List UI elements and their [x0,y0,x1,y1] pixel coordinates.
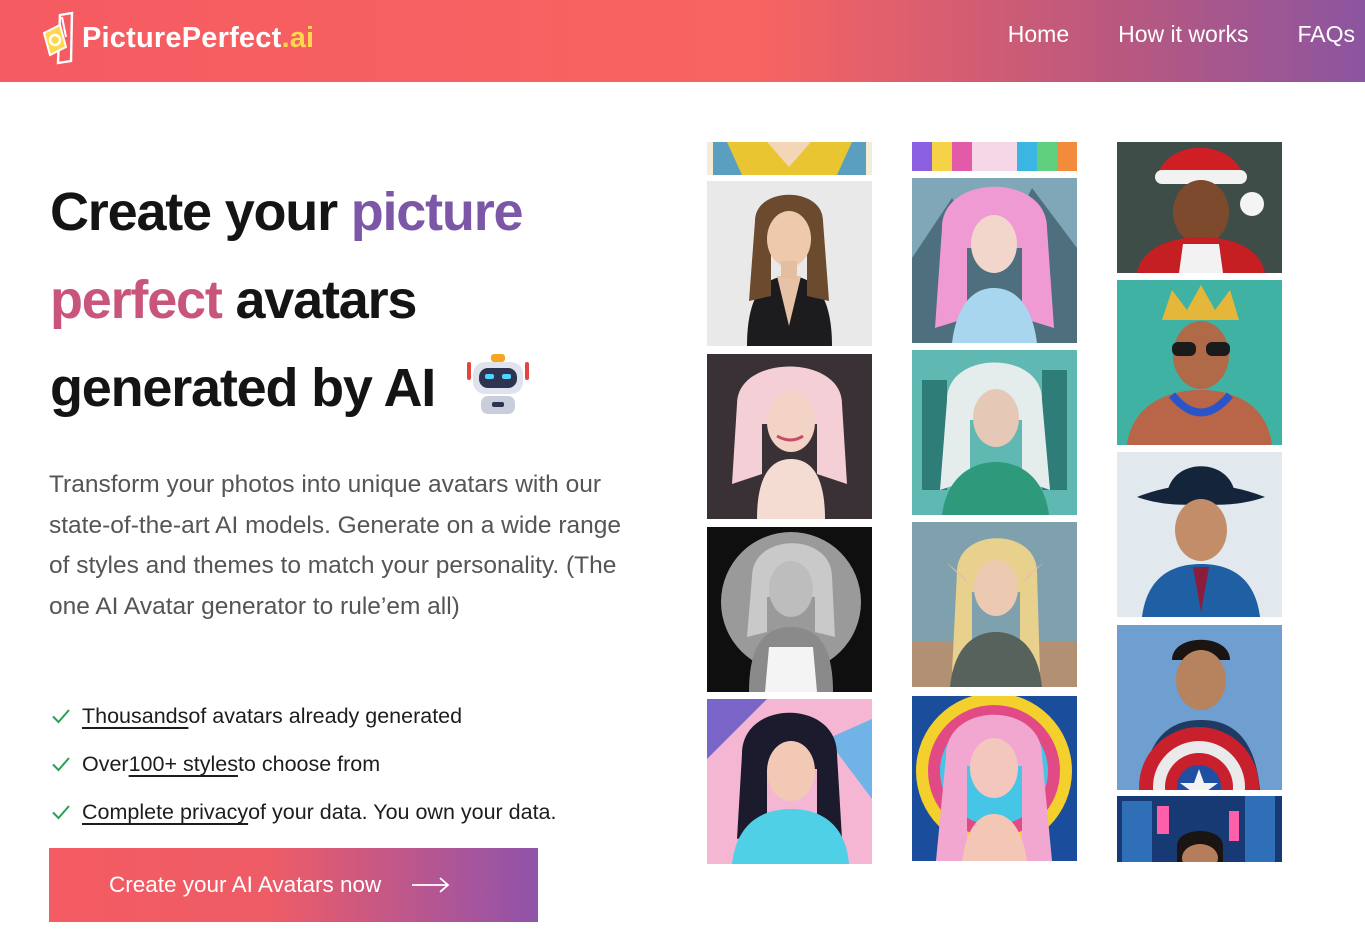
avatar-psychedelic-rainbow [912,696,1077,861]
check-icon [52,805,70,820]
hero-headline: Create your picture perfect avatars gene… [50,168,610,432]
nav-how-it-works[interactable]: How it works [1118,20,1248,48]
avatar-gold-dress-partial [707,142,872,175]
avatar-man-king-sunglasses [1117,280,1282,445]
avatar-silver-hair-warrior [912,350,1077,515]
feature-link-privacy[interactable]: Complete privacy [82,788,248,836]
nav-home[interactable]: Home [1008,20,1069,48]
create-avatars-button[interactable]: Create your AI Avatars now [49,848,538,922]
avatar-fantasy-pink-hair [912,178,1077,343]
brand-logo[interactable]: PicturePerfect.ai [40,10,314,66]
feature-item: Thousands of avatars already generated [50,692,556,740]
headline-line1-b: picture [350,182,524,242]
robot-icon [466,353,529,414]
feature-item: Over 100+ styles to choose from [50,740,556,788]
cta-label: Create your AI Avatars now [109,872,382,897]
top-navbar: PicturePerfect.ai Home How it works FAQs [0,0,1365,82]
headline-line2-a: perfect [50,270,223,330]
check-icon [52,709,70,724]
avatar-elf-armor [912,522,1077,687]
avatar-woman-blazer [707,181,872,346]
avatar-woman-pink-hair-studio [707,354,872,519]
arrow-right-icon [412,877,450,893]
avatar-woman-pop-art [707,699,872,864]
avatar-man-santa-hat [1117,142,1282,273]
brand-tld: .ai [281,21,315,54]
headline-line3: generated by AI [50,358,436,418]
avatar-man-neon-city-partial [1117,796,1282,862]
hero-description: Transform your photos into unique avatar… [49,471,621,620]
feature-link-thousands[interactable]: Thousands [82,692,188,740]
avatar-rainbow-hair-partial [912,142,1077,171]
main-nav: Home How it works FAQs [959,20,1355,48]
feature-link-styles[interactable]: 100+ styles [129,740,238,788]
avatar-man-captain-shield [1117,625,1282,790]
avatar-man-cowboy-hat [1117,452,1282,617]
camera-tag-icon [42,11,74,65]
avatar-woman-bw-portrait [707,527,872,692]
check-icon [52,757,70,772]
brand-name: PicturePerfect.ai [82,21,315,54]
feature-item: Complete privacy of your data. You own y… [50,788,556,836]
feature-list: Thousands of avatars already generated O… [50,692,556,836]
headline-line2-b: avatars [221,270,417,330]
headline-line1-a: Create your [50,182,351,242]
nav-faqs[interactable]: FAQs [1297,20,1355,48]
